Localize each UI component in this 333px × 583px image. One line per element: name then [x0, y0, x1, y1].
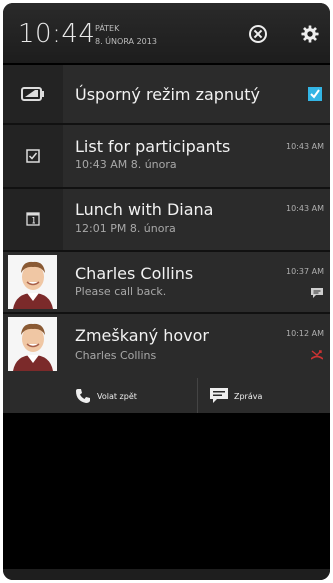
calendar-icon: [26, 212, 40, 226]
checkbox-checked[interactable]: [308, 87, 322, 101]
clear-all-icon[interactable]: [249, 25, 267, 43]
notification-title: Lunch with Diana: [75, 200, 214, 219]
notification-calendar[interactable]: Lunch with Diana 12:01 PM 8. února 10:43…: [3, 189, 330, 250]
battery-saver-icon: [21, 87, 44, 101]
power-saver-notification[interactable]: Úsporný režim zapnutý: [3, 65, 330, 123]
notification-subtitle: Please call back.: [75, 285, 167, 298]
call-back-button[interactable]: Volat zpět: [75, 386, 185, 408]
notification-missed-call[interactable]: Zmeškaný hovor Charles Collins 10:12 AM: [3, 314, 330, 378]
contact-avatar: [8, 255, 57, 309]
call-back-label: Volat zpět: [97, 392, 137, 401]
notification-message[interactable]: Charles Collins Please call back. 10:37 …: [3, 252, 330, 312]
notification-task[interactable]: List for participants 10:43 AM 8. února …: [3, 125, 330, 187]
notification-subtitle: Charles Collins: [75, 349, 157, 362]
notification-time: 10:43 AM: [286, 204, 324, 213]
checklist-icon: [26, 149, 40, 163]
message-label: Zpráva: [234, 392, 263, 401]
settings-gear-icon[interactable]: [301, 25, 319, 43]
notification-title: List for participants: [75, 137, 231, 156]
action-divider: [197, 378, 198, 413]
message-icon: [311, 288, 323, 298]
task-icon-cell: [3, 125, 63, 187]
clock-time: 10:44: [18, 19, 96, 49]
notification-title: Úsporný režim zapnutý: [75, 85, 260, 104]
contact-avatar: [8, 317, 57, 371]
missed-call-icon: [311, 350, 323, 360]
notification-subtitle: 12:01 PM 8. února: [75, 222, 176, 235]
notification-time: 10:37 AM: [286, 267, 324, 276]
notification-time: 10:43 AM: [286, 142, 324, 151]
missed-call-actions: Volat zpět Zpráva: [3, 378, 330, 413]
phone-screen: 10:44 PÁTEK 8. ÚNORA 2013 Úsporný režim …: [3, 3, 330, 580]
notification-title: Zmeškaný hovor: [75, 326, 209, 345]
drag-handle-bar[interactable]: [3, 569, 330, 580]
notification-time: 10:12 AM: [286, 329, 324, 338]
notification-title: Charles Collins: [75, 264, 194, 283]
date-label: 8. ÚNORA 2013: [95, 37, 157, 46]
day-label: PÁTEK: [95, 24, 120, 33]
message-button[interactable]: Zpráva: [210, 386, 310, 408]
phone-icon: [76, 389, 90, 403]
power-saver-icon-cell: [3, 65, 63, 123]
calendar-icon-cell: [3, 189, 63, 250]
notification-header: 10:44 PÁTEK 8. ÚNORA 2013: [3, 3, 330, 63]
message-icon: [210, 388, 228, 403]
notification-subtitle: 10:43 AM 8. února: [75, 158, 177, 171]
